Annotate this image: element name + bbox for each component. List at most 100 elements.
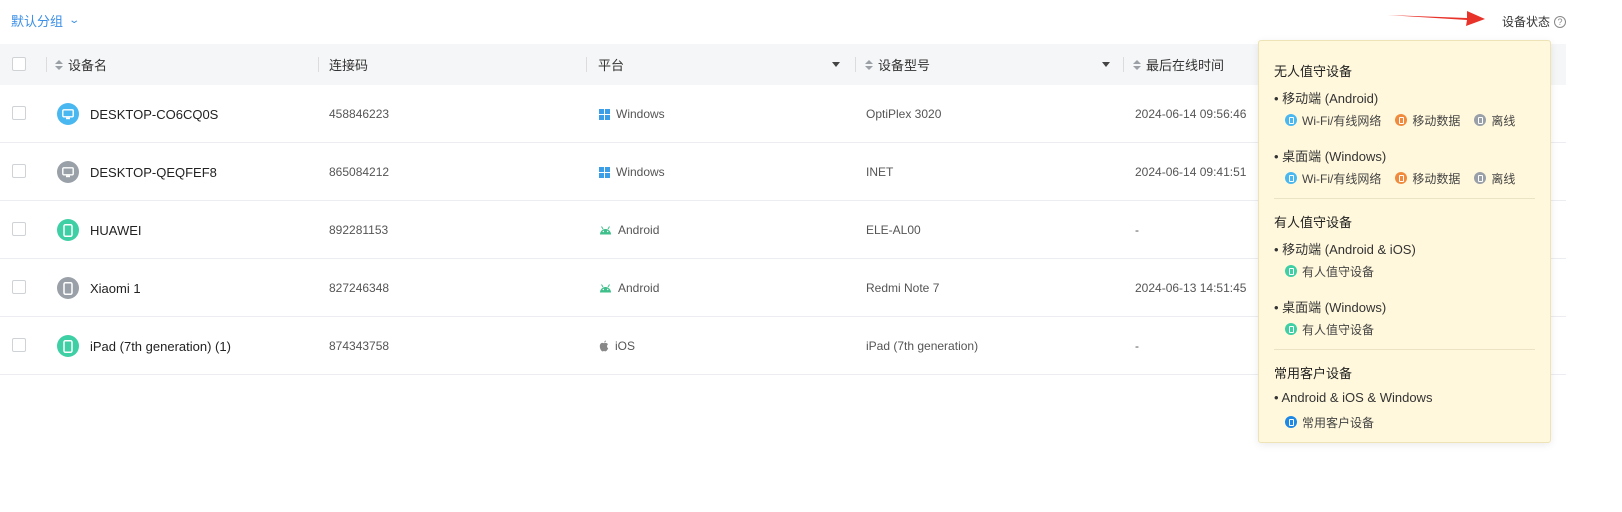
row-checkbox[interactable]: [12, 222, 26, 236]
sort-icon[interactable]: [1133, 59, 1141, 70]
question-circle-icon[interactable]: ?: [1554, 15, 1566, 28]
column-header-model[interactable]: 设备型号: [855, 44, 1123, 85]
device-status-label: 设备状态: [1501, 15, 1550, 29]
android-icon: [599, 283, 612, 293]
device-model: ELE-AL00: [866, 223, 921, 237]
column-label-model: 设备型号: [878, 58, 931, 73]
last-online-time: 2024-06-14 09:56:46: [1135, 107, 1247, 121]
legend-label: 常用客户设备: [1302, 415, 1375, 430]
connection-code: 458846223: [329, 107, 390, 121]
status-dot-icon: [1474, 114, 1487, 126]
select-all-checkbox[interactable]: [12, 57, 26, 71]
chevron-down-icon: ⌄: [68, 15, 81, 26]
device-name-cell[interactable]: iPad (7th generation) (1): [57, 317, 231, 375]
platform-cell: Windows: [599, 143, 665, 201]
sort-icon[interactable]: [55, 59, 63, 70]
column-header-code: 连接码: [318, 44, 368, 85]
connection-code: 874343758: [329, 339, 390, 353]
device-model: INET: [866, 165, 894, 179]
legend-item: 离线: [1474, 112, 1515, 129]
connection-code: 827246348: [329, 281, 390, 295]
status-legend: 有人值守设备: [1285, 321, 1535, 338]
phone-icon: [57, 335, 79, 357]
device-status-link[interactable]: 设备状态 ?: [1502, 13, 1566, 30]
device-name-cell[interactable]: Xiaomi 1: [57, 259, 141, 317]
column-header-platform[interactable]: 平台: [586, 44, 854, 85]
status-dot-icon: [1285, 416, 1297, 428]
filter-caret-icon[interactable]: [832, 62, 840, 67]
platform-cell: Windows: [599, 85, 665, 143]
device-model: OptiPlex 3020: [866, 107, 942, 121]
last-online-time: 2024-06-14 09:41:51: [1135, 165, 1247, 179]
popover-section-title: 有人值守设备: [1274, 215, 1353, 230]
platform-label: iOS: [615, 339, 636, 353]
device-name: Xiaomi 1: [90, 280, 141, 296]
platform-label: Windows: [616, 107, 665, 121]
popover-platform-label: • 桌面端 (Windows): [1274, 149, 1387, 164]
status-legend: 常用客户设备: [1285, 414, 1535, 431]
status-legend: 有人值守设备: [1285, 263, 1535, 280]
legend-item: 有人值守设备: [1285, 321, 1374, 338]
popover-platform-label: • 移动端 (Android & iOS): [1274, 242, 1416, 257]
status-dot-icon: [1474, 172, 1487, 184]
group-dropdown[interactable]: 默认分组 ⌄: [11, 11, 81, 30]
device-name-cell[interactable]: HUAWEI: [57, 201, 142, 259]
right-gutter: [1566, 44, 1622, 512]
column-header-last-online[interactable]: 最后在线时间: [1123, 44, 1224, 85]
device-name-cell[interactable]: DESKTOP-CO6CQ0S: [57, 85, 218, 143]
legend-label: Wi-Fi/有线网络: [1302, 113, 1382, 128]
device-status-popover: 无人值守设备 • 移动端 (Android) Wi-Fi/有线网络 移动数据 离线 • 桌…: [1258, 40, 1551, 443]
status-legend: Wi-Fi/有线网络 移动数据 离线: [1285, 170, 1535, 187]
phone-icon: [57, 219, 79, 241]
red-arrow-icon: [1388, 11, 1485, 26]
platform-cell: Android: [599, 201, 659, 259]
popover-section-title: 常用客户设备: [1274, 366, 1353, 381]
legend-item: Wi-Fi/有线网络: [1285, 170, 1381, 187]
row-checkbox[interactable]: [12, 164, 26, 178]
column-label-code: 连接码: [329, 58, 369, 73]
device-name: DESKTOP-CO6CQ0S: [90, 106, 219, 122]
last-online-time: -: [1135, 339, 1139, 353]
sort-icon[interactable]: [865, 59, 873, 70]
last-online-time: -: [1135, 223, 1139, 237]
popover-platform-label: • 桌面端 (Windows): [1274, 300, 1387, 315]
platform-label: Windows: [616, 165, 665, 179]
column-label-platform: 平台: [598, 58, 625, 73]
platform-cell: iOS: [599, 317, 635, 375]
legend-item: 移动数据: [1395, 112, 1460, 129]
legend-item: 有人值守设备: [1285, 263, 1374, 280]
status-dot-icon: [1285, 323, 1297, 335]
android-icon: [599, 225, 612, 235]
legend-label: 离线: [1491, 171, 1516, 186]
device-name: iPad (7th generation) (1): [90, 338, 231, 354]
column-label-name: 设备名: [68, 58, 108, 73]
legend-label: 移动数据: [1412, 171, 1461, 186]
row-checkbox[interactable]: [12, 280, 26, 294]
apple-icon: [599, 340, 609, 352]
status-dot-icon: [1285, 172, 1297, 184]
phone-icon: [57, 277, 79, 299]
popover-section-title: 无人值守设备: [1274, 64, 1353, 79]
row-checkbox[interactable]: [12, 106, 26, 120]
device-name-cell[interactable]: DESKTOP-QEQFEF8: [57, 143, 217, 201]
device-name: DESKTOP-QEQFEF8: [90, 164, 217, 180]
column-header-name[interactable]: 设备名: [46, 44, 107, 85]
legend-label: 离线: [1491, 113, 1516, 128]
popover-platform-label: • Android & iOS & Windows: [1274, 390, 1433, 405]
device-model: iPad (7th generation): [866, 339, 979, 353]
windows-icon: [599, 108, 610, 120]
legend-item: Wi-Fi/有线网络: [1285, 112, 1381, 129]
legend-label: 有人值守设备: [1302, 322, 1375, 337]
popover-divider: [1274, 198, 1535, 199]
popover-divider: [1274, 349, 1535, 350]
status-dot-icon: [1395, 172, 1408, 184]
status-dot-icon: [1285, 114, 1297, 126]
group-dropdown-label: 默认分组: [11, 14, 64, 29]
connection-code: 892281153: [329, 223, 389, 237]
filter-caret-icon[interactable]: [1102, 62, 1110, 67]
top-toolbar: 默认分组 ⌄ 设备状态 ?: [0, 0, 1622, 44]
row-checkbox[interactable]: [12, 338, 26, 352]
legend-item: 常用客户设备: [1285, 414, 1374, 431]
status-dot-icon: [1395, 114, 1408, 126]
column-label-last-online: 最后在线时间: [1146, 58, 1225, 73]
